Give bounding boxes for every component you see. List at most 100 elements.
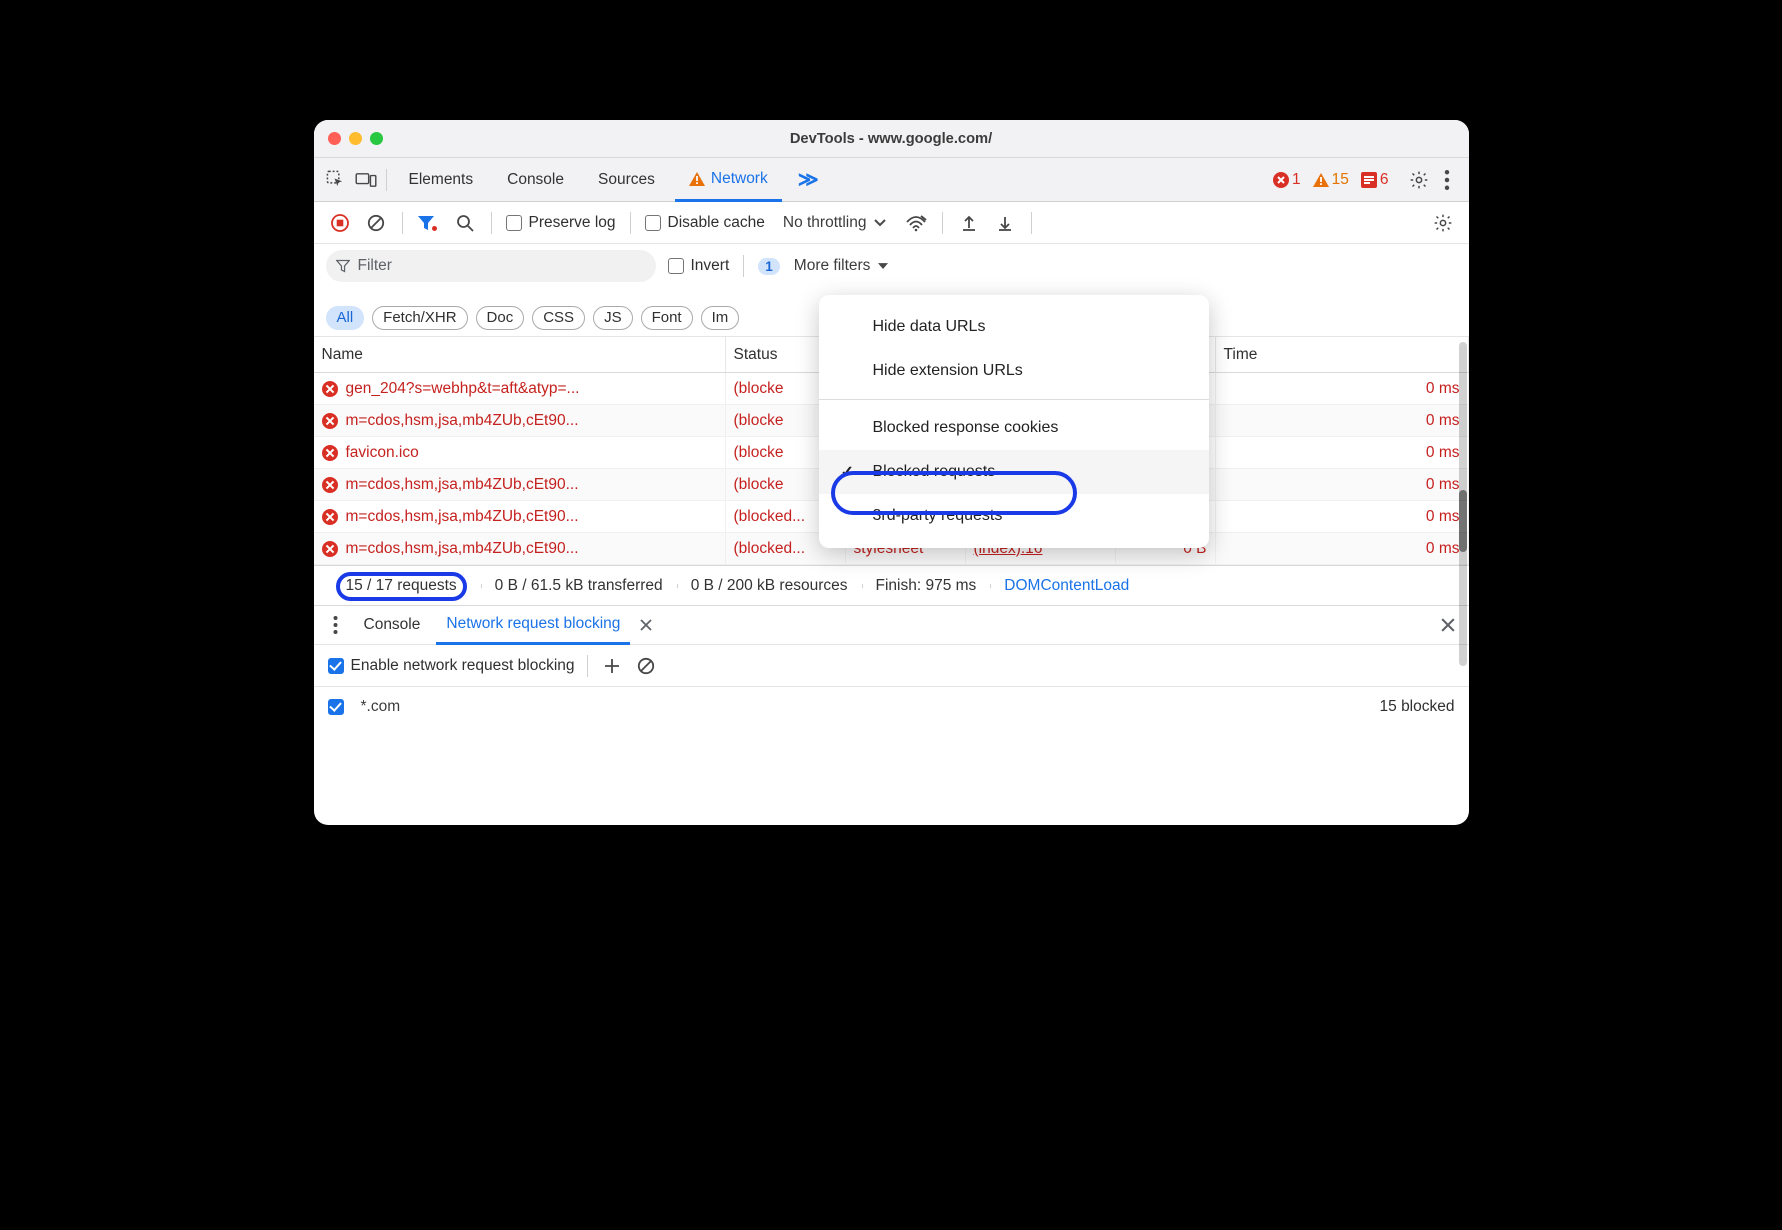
- add-pattern-icon[interactable]: [600, 654, 624, 678]
- row-time: 0 ms: [1216, 501, 1469, 532]
- chevron-down-icon: [874, 219, 886, 227]
- drawer-more-icon[interactable]: [324, 613, 348, 637]
- disable-cache-toggle[interactable]: Disable cache: [645, 214, 765, 232]
- filter-count: 1: [758, 258, 780, 275]
- divider: [942, 212, 943, 234]
- error-badge[interactable]: 1: [1269, 171, 1305, 189]
- col-time[interactable]: Time: [1216, 337, 1469, 372]
- search-button[interactable]: [453, 211, 477, 235]
- row-name: favicon.ico: [346, 444, 419, 462]
- clear-button[interactable]: [364, 211, 388, 235]
- throttling-value: No throttling: [783, 214, 867, 232]
- resources: 0 B / 200 kB resources: [677, 577, 862, 595]
- warning-badge[interactable]: 15: [1309, 171, 1353, 189]
- close-tab-icon[interactable]: [634, 613, 658, 637]
- pill-js[interactable]: JS: [593, 306, 633, 330]
- clear-patterns-icon[interactable]: [634, 654, 658, 678]
- transferred: 0 B / 61.5 kB transferred: [481, 577, 677, 595]
- error-count: 1: [1292, 171, 1301, 189]
- more-filters-button[interactable]: 1 More filters: [758, 257, 888, 275]
- filter-toggle[interactable]: [417, 211, 441, 235]
- drawer-tab-blocking[interactable]: Network request blocking: [436, 607, 630, 645]
- requests-count: 15 / 17 requests: [322, 577, 481, 595]
- highlight: 15 / 17 requests: [336, 572, 467, 601]
- pill-img[interactable]: Im: [701, 306, 740, 330]
- drawer-tab-console[interactable]: Console: [354, 606, 431, 644]
- checkbox-icon: [645, 215, 661, 231]
- network-toolbar: Preserve log Disable cache No throttling: [314, 202, 1469, 244]
- invert-toggle[interactable]: Invert: [668, 257, 730, 275]
- inspect-icon[interactable]: [324, 170, 348, 189]
- more-icon[interactable]: [1435, 170, 1459, 190]
- pattern-text: *.com: [361, 698, 401, 716]
- titlebar: DevTools - www.google.com/: [314, 120, 1469, 158]
- more-tabs-icon[interactable]: ≫: [788, 167, 829, 192]
- dd-blocked-requests[interactable]: Blocked requests: [819, 450, 1209, 494]
- dd-blocked-cookies[interactable]: Blocked response cookies: [819, 406, 1209, 450]
- throttling-select[interactable]: No throttling: [783, 214, 887, 232]
- enable-blocking-toggle[interactable]: Enable network request blocking: [328, 657, 575, 675]
- pill-css[interactable]: CSS: [532, 306, 585, 330]
- warning-icon: [689, 172, 705, 186]
- tab-console[interactable]: Console: [493, 158, 578, 201]
- finish: Finish: 975 ms: [862, 577, 991, 595]
- checkbox-icon: [328, 658, 344, 674]
- panel-tabs: Elements Console Sources Network ≫ 1 15 …: [314, 158, 1469, 202]
- upload-har-icon[interactable]: [957, 211, 981, 235]
- filter-active-dot: [432, 226, 437, 231]
- download-har-icon[interactable]: [993, 211, 1017, 235]
- row-name: m=cdos,hsm,jsa,mb4ZUb,cEt90...: [346, 508, 579, 526]
- error-icon: [322, 381, 338, 397]
- blocked-count: 15 blocked: [1380, 698, 1455, 716]
- error-icon: [322, 509, 338, 525]
- divider: [630, 212, 631, 234]
- checkbox-icon: [668, 258, 684, 274]
- error-icon: [322, 477, 338, 493]
- more-filters-label: More filters: [794, 257, 871, 275]
- close-drawer-icon[interactable]: [1437, 614, 1459, 636]
- filter-input[interactable]: Filter: [326, 250, 656, 282]
- network-settings-icon[interactable]: [1431, 211, 1455, 235]
- chevron-down-icon: [878, 263, 888, 270]
- tab-elements[interactable]: Elements: [395, 158, 488, 201]
- network-statusbar: 15 / 17 requests 0 B / 61.5 kB transferr…: [314, 565, 1469, 605]
- row-time: 0 ms: [1216, 437, 1469, 468]
- row-name: m=cdos,hsm,jsa,mb4ZUb,cEt90...: [346, 476, 579, 494]
- devtools-window: DevTools - www.google.com/ Elements Cons…: [314, 120, 1469, 825]
- warning-count: 15: [1332, 171, 1349, 189]
- preserve-log-label: Preserve log: [529, 214, 616, 232]
- tab-right-badges: 1 15 6: [1269, 170, 1459, 190]
- enable-blocking-label: Enable network request blocking: [351, 657, 575, 675]
- error-icon: [322, 541, 338, 557]
- row-time: 0 ms: [1216, 469, 1469, 500]
- funnel-icon: [336, 259, 350, 273]
- pill-fetch[interactable]: Fetch/XHR: [372, 306, 467, 330]
- issues-badge[interactable]: 6: [1357, 171, 1393, 189]
- more-filters-dropdown: Hide data URLs Hide extension URLs Block…: [819, 295, 1209, 548]
- network-conditions-icon[interactable]: [904, 211, 928, 235]
- divider: [819, 399, 1209, 400]
- row-time: 0 ms: [1216, 405, 1469, 436]
- row-name: gen_204?s=webhp&t=aft&atyp=...: [346, 380, 580, 398]
- dd-3rd-party[interactable]: 3rd-party requests: [819, 494, 1209, 538]
- record-button[interactable]: [328, 211, 352, 235]
- device-icon[interactable]: [354, 172, 378, 188]
- pill-all[interactable]: All: [326, 306, 365, 330]
- dd-hide-extension-urls[interactable]: Hide extension URLs: [819, 349, 1209, 393]
- tab-network-label: Network: [711, 170, 768, 188]
- dd-hide-data-urls[interactable]: Hide data URLs: [819, 305, 1209, 349]
- col-name[interactable]: Name: [314, 337, 726, 372]
- tab-network[interactable]: Network: [675, 159, 782, 202]
- blocking-toolbar: Enable network request blocking: [314, 645, 1469, 687]
- issues-count: 6: [1380, 171, 1389, 189]
- tab-sources[interactable]: Sources: [584, 158, 669, 201]
- scrollbar-thumb[interactable]: [1459, 490, 1467, 552]
- preserve-log-toggle[interactable]: Preserve log: [506, 214, 616, 232]
- checkbox-icon[interactable]: [328, 699, 344, 715]
- settings-icon[interactable]: [1407, 170, 1431, 190]
- blocking-pattern-row[interactable]: *.com 15 blocked: [314, 687, 1469, 727]
- divider: [402, 212, 403, 234]
- pill-doc[interactable]: Doc: [476, 306, 525, 330]
- pill-font[interactable]: Font: [641, 306, 693, 330]
- disable-cache-label: Disable cache: [668, 214, 765, 232]
